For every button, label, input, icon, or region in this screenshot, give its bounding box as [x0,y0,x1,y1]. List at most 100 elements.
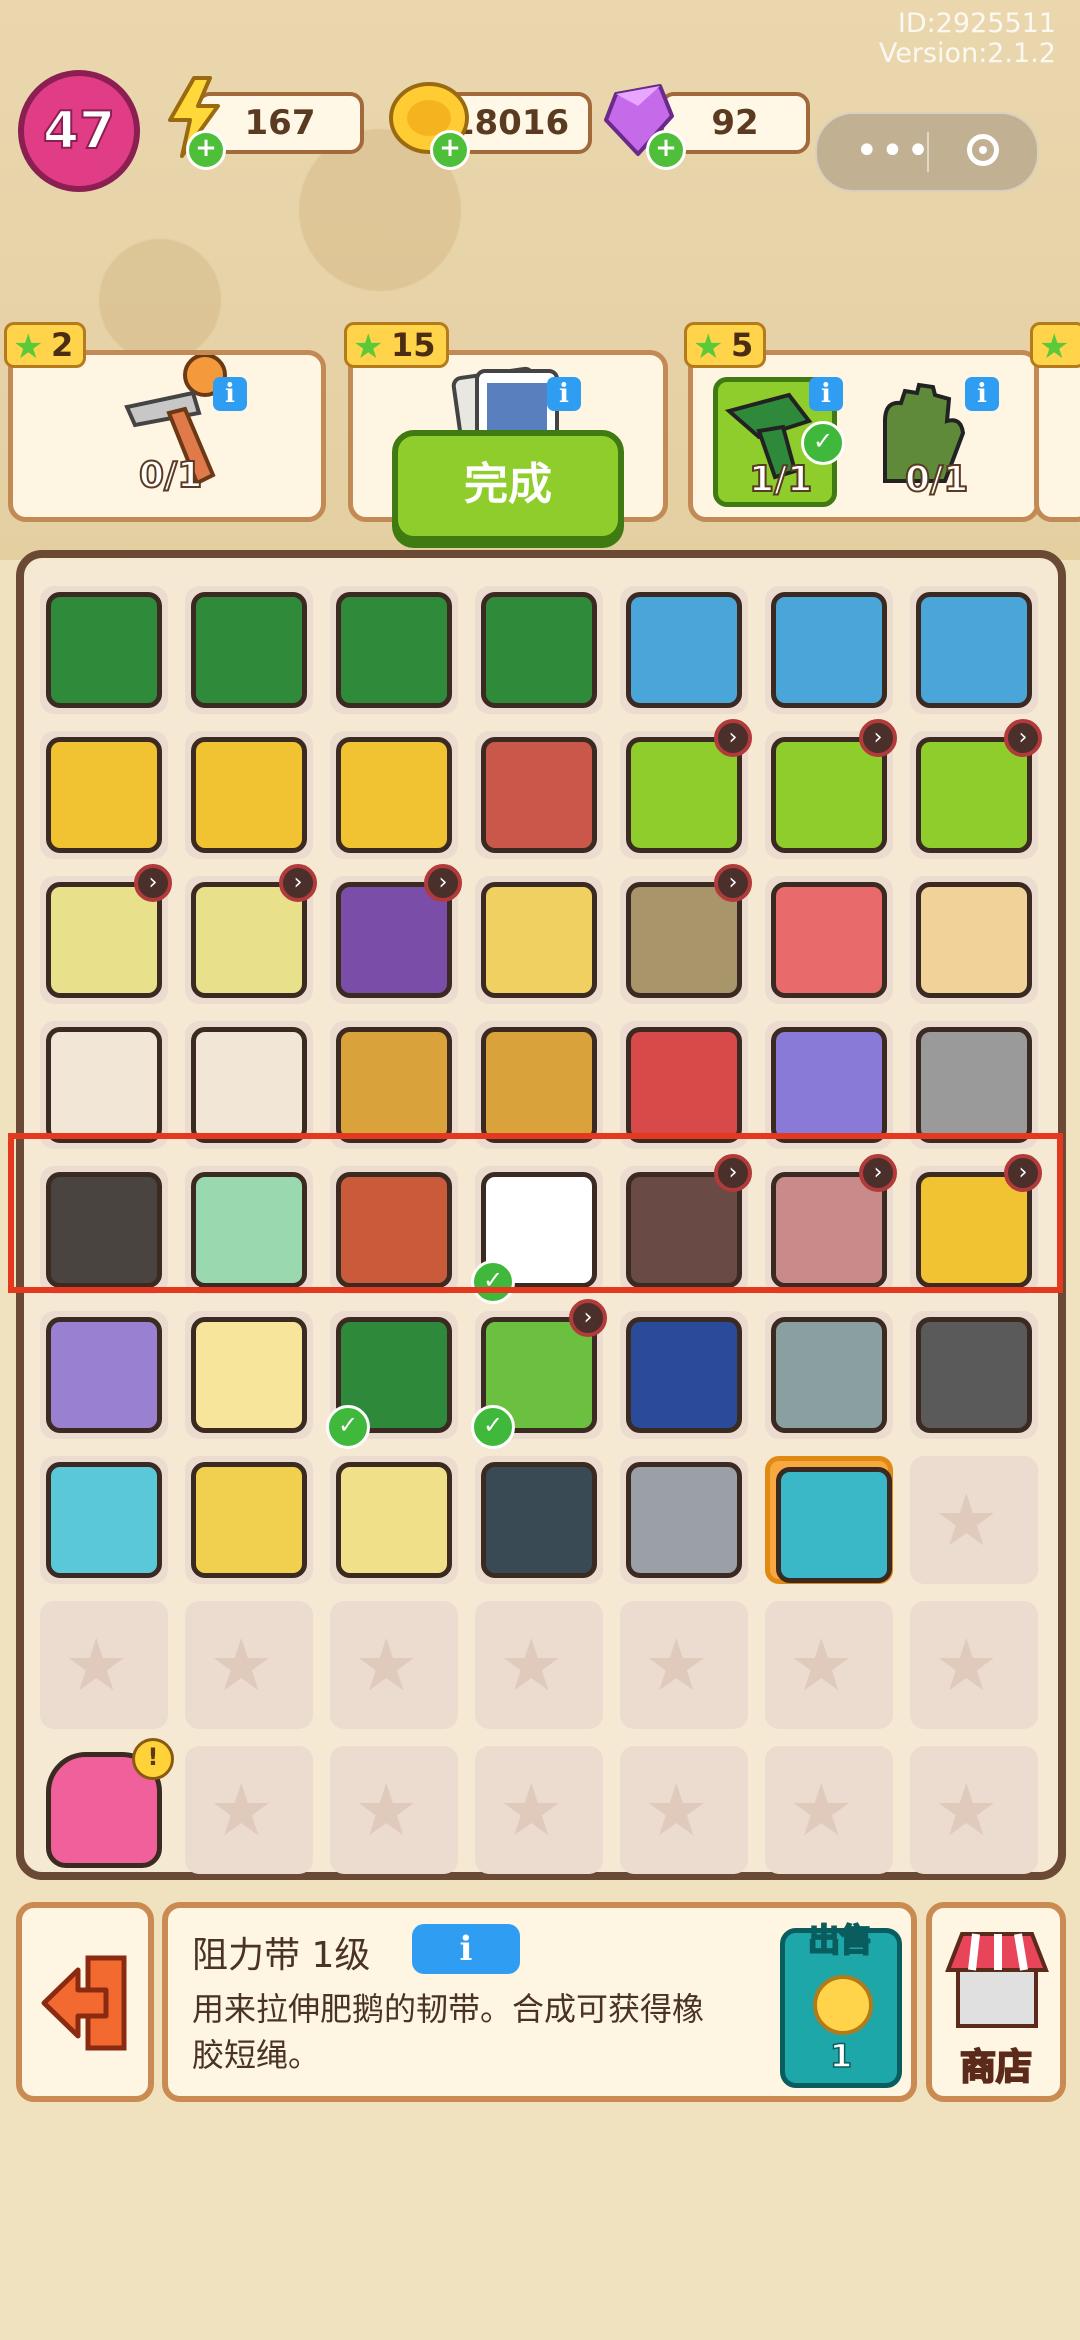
board-cell[interactable] [475,1456,603,1584]
board-cell[interactable] [185,731,313,859]
cards-icon[interactable] [771,1027,887,1143]
shopping-cart-icon[interactable] [336,737,452,853]
order-info-icon[interactable]: i [547,377,581,411]
board-cell[interactable]: ★ [620,1601,748,1729]
toolbox-icon[interactable] [191,592,307,708]
dumbbell-rack-icon[interactable] [771,1317,887,1433]
board-cell[interactable] [765,1311,893,1439]
board-cell[interactable] [765,1021,893,1149]
board-cell[interactable] [330,1456,458,1584]
shop-button[interactable]: 商店 [926,1902,1066,2102]
board-cell[interactable]: ★ [185,1601,313,1729]
board-cell[interactable] [40,586,168,714]
board-cell[interactable]: › [330,864,462,1004]
toolbox-icon[interactable] [336,592,452,708]
jump-rope-icon[interactable] [191,1462,307,1578]
board-cell[interactable] [185,586,313,714]
board-cell[interactable] [910,876,1038,1004]
cardboard-box-icon[interactable] [336,1027,452,1143]
board-cell[interactable] [330,731,458,859]
order-card-3[interactable]: i ✓ 1/1 i 0/1 [688,350,1040,522]
board-cell[interactable]: ★ [330,1746,458,1874]
order-info-icon[interactable]: i [213,377,247,411]
yarn-ball-icon[interactable] [336,1462,452,1578]
cat-icon[interactable] [46,1027,162,1143]
board-cell[interactable]: › ✓ [471,1299,607,1449]
robot-vacuum-icon[interactable] [626,592,742,708]
board-cell[interactable]: ★ [40,1601,168,1729]
board-cell[interactable] [185,1456,313,1584]
resistance-band-icon[interactable] [776,1467,892,1583]
board-cell[interactable]: ★ [475,1746,603,1874]
robot-vacuum-icon[interactable] [771,592,887,708]
board-cell[interactable] [620,586,748,714]
shopping-cart-icon[interactable] [46,737,162,853]
board-cell[interactable]: › [620,864,752,1004]
board-cell[interactable] [475,586,603,714]
add-energy-icon[interactable]: + [186,130,226,170]
board-cell[interactable]: › [185,864,317,1004]
order-card-4[interactable] [1034,350,1080,522]
board-cell[interactable]: › [40,864,172,1004]
board-cell[interactable] [765,586,893,714]
board-cell[interactable]: › [620,719,752,859]
bread-icon[interactable] [916,882,1032,998]
item-info-button[interactable]: i [412,1924,520,1974]
board-cell[interactable]: ! [40,1738,174,1874]
board-cell[interactable]: ★ [765,1601,893,1729]
board-cell[interactable]: ★ [910,1601,1038,1729]
board-cell[interactable] [185,1021,313,1149]
board-cell[interactable] [620,1021,748,1149]
board-cell[interactable]: ★ [185,1746,313,1874]
board-cell[interactable]: ★ [910,1746,1038,1874]
miniapp-capsule[interactable]: ••• [815,112,1039,192]
dumbbell-icon[interactable] [46,1462,162,1578]
board-cell[interactable]: ✓ [326,1311,458,1449]
wheelbarrow-icon[interactable] [481,737,597,853]
weight-plate-icon[interactable] [481,1462,597,1578]
headphones-icon[interactable] [626,1317,742,1433]
chest-expander-icon[interactable] [626,1462,742,1578]
board-cell[interactable]: ★ [330,1601,458,1729]
complete-order-button[interactable]: 完成 [392,430,624,542]
toolbox-icon[interactable] [46,592,162,708]
board-cell[interactable] [910,1021,1038,1149]
order-card-1[interactable]: i 0/1 [8,350,326,522]
board-cell[interactable]: › [765,719,897,859]
board-cell[interactable] [40,1311,168,1439]
shovel-icon[interactable] [916,1027,1032,1143]
board-cell[interactable]: ★ [765,1746,893,1874]
sell-button[interactable]: 出售 1 [780,1920,902,2088]
paint-bucket-icon[interactable] [191,1317,307,1433]
toolbox-icon[interactable] [481,592,597,708]
close-miniapp-icon[interactable] [967,134,999,166]
plant-pot-icon[interactable] [481,882,597,998]
board-cell[interactable]: ★ [910,1456,1038,1584]
board-cell[interactable] [765,1456,893,1584]
board-cell[interactable] [475,731,603,859]
board-cell[interactable]: ★ [475,1601,603,1729]
cart-machine-icon[interactable] [46,1317,162,1433]
shopping-cart-icon[interactable] [191,737,307,853]
exit-button[interactable] [16,1902,154,2102]
board-cell[interactable] [475,876,603,1004]
board-cell[interactable] [910,586,1038,714]
robot-vacuum-icon[interactable] [916,592,1032,708]
board-cell[interactable] [40,1456,168,1584]
board-cell[interactable] [765,876,893,1004]
board-cell[interactable] [40,731,168,859]
board-cell[interactable] [475,1021,603,1149]
add-coins-icon[interactable]: + [430,130,470,170]
cardboard-box-icon[interactable] [481,1027,597,1143]
vr-headset-icon[interactable] [626,1027,742,1143]
board-cell[interactable] [185,1311,313,1439]
add-gems-icon[interactable]: + [646,130,686,170]
board-cell[interactable]: ★ [620,1746,748,1874]
box-icon[interactable] [771,882,887,998]
order-info-icon[interactable]: i [965,377,999,411]
cat-icon[interactable] [191,1027,307,1143]
more-menu-icon[interactable]: ••• [855,128,932,174]
board-cell[interactable] [910,1311,1038,1439]
order-info-icon[interactable]: i [809,377,843,411]
board-cell[interactable] [620,1311,748,1439]
